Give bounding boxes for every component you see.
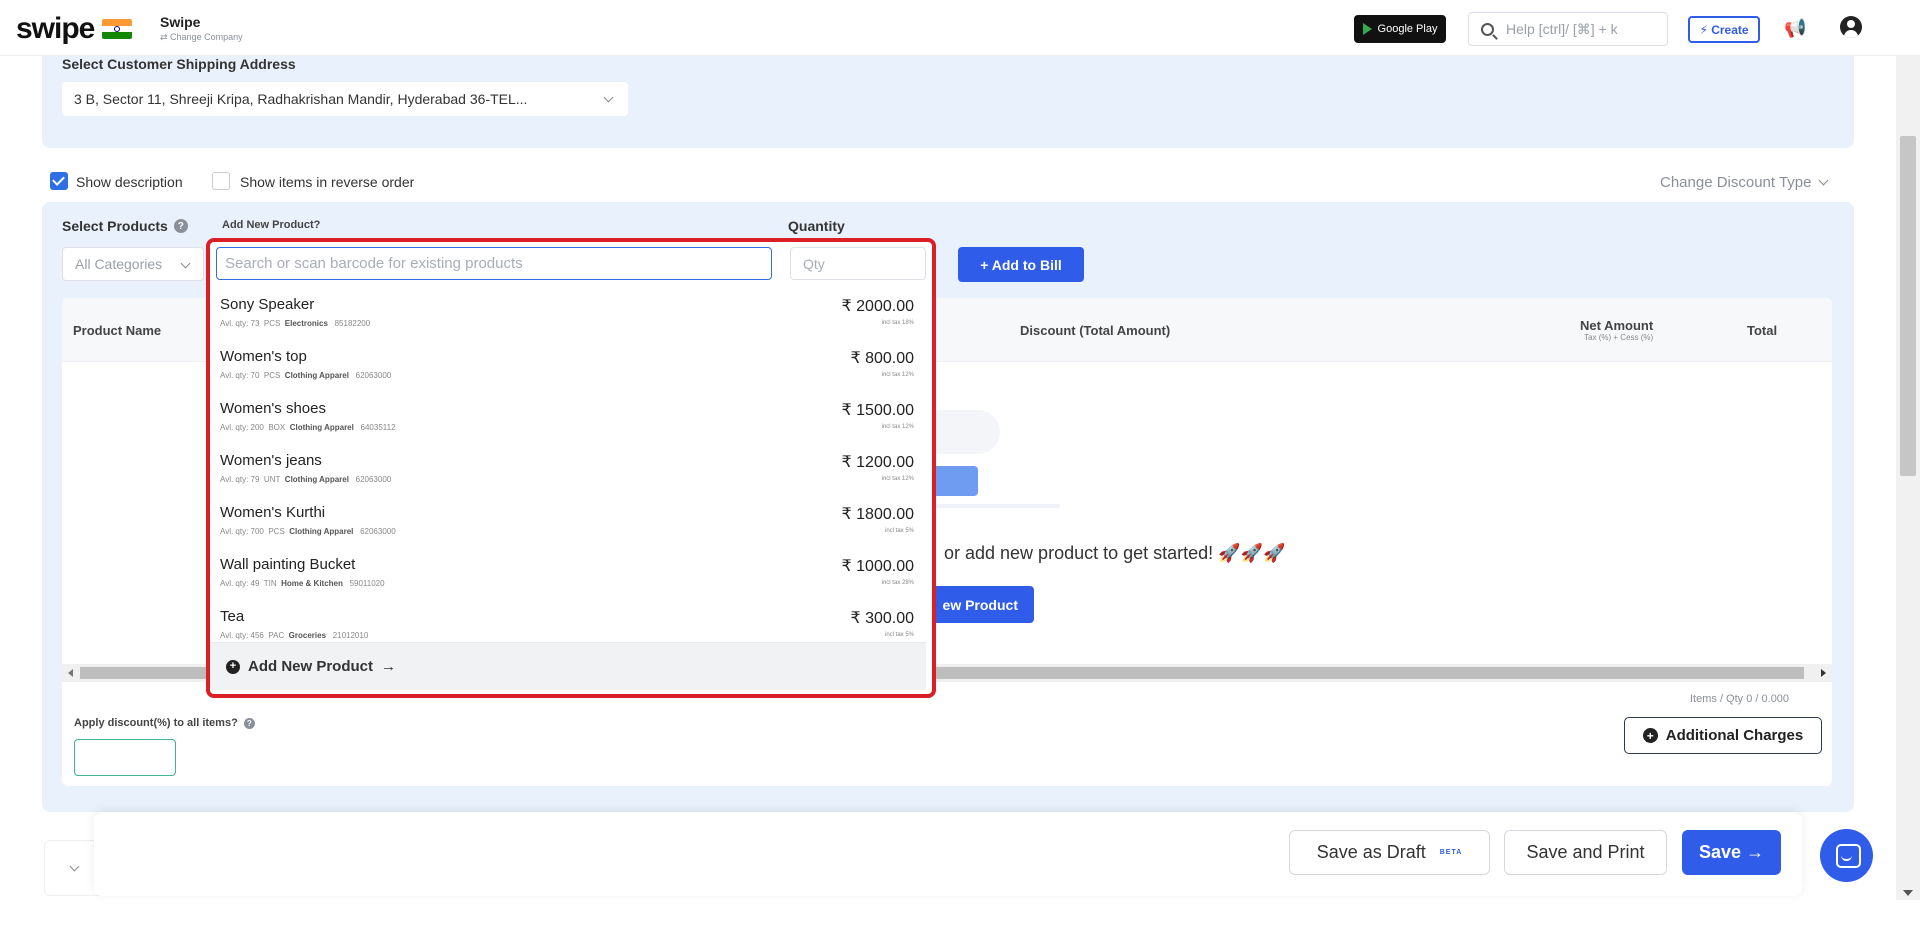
quantity-label: Quantity [788, 218, 845, 234]
col-total: Total [1747, 323, 1778, 338]
search-icon [1481, 22, 1494, 36]
chevron-down-icon [603, 92, 614, 103]
show-description-label: Show description [76, 174, 183, 190]
play-store-icon [1362, 23, 1372, 35]
scroll-down-arrow-icon[interactable] [1903, 890, 1913, 896]
help-icon[interactable]: ? [173, 219, 188, 233]
company-name: Swipe [160, 14, 201, 30]
chat-support-icon[interactable] [1820, 829, 1873, 882]
list-item[interactable]: Women's jeans Avl. qty: 79 UNT Clothing … [210, 442, 926, 494]
swipe-logo[interactable]: swipe [16, 12, 133, 46]
scroll-right-arrow-icon[interactable] [1821, 669, 1826, 677]
empty-state-illustration [910, 410, 1060, 508]
save-button[interactable]: Save → [1682, 830, 1781, 875]
change-company-link[interactable]: ⇄ Change Company [160, 32, 243, 43]
top-bar: swipe Swipe ⇄ Change Company Google Play… [0, 0, 1920, 56]
product-suggestion-list: Sony Speaker Avl. qty: 73 PCS Electronic… [210, 286, 926, 650]
plus-circle-icon: + [226, 659, 240, 674]
help-icon[interactable]: ? [243, 717, 255, 729]
vertical-scrollbar[interactable] [1896, 56, 1920, 900]
shipping-address-select[interactable]: 3 B, Sector 11, Shreeji Kripa, Radhakris… [62, 82, 628, 116]
quantity-input[interactable] [790, 247, 926, 280]
list-item[interactable]: Women's top Avl. qty: 70 PCS Clothing Ap… [210, 338, 926, 390]
list-item[interactable]: Women's Kurthi Avl. qty: 700 PCS Clothin… [210, 494, 926, 546]
shipping-address-label: Select Customer Shipping Address [62, 56, 296, 72]
discount-percent-input[interactable] [74, 739, 176, 776]
scrollbar-thumb[interactable] [1900, 136, 1916, 476]
additional-charges-button[interactable]: + Additional Charges [1624, 717, 1822, 754]
help-search-box[interactable]: Help [ctrl]/ [⌘] + k [1468, 12, 1668, 46]
beta-badge: BETA [1439, 849, 1463, 856]
select-products-label: Select Products ? [62, 218, 188, 234]
product-search-input[interactable] [216, 247, 772, 280]
add-to-bill-button[interactable]: + Add to Bill [958, 247, 1084, 282]
col-product-name: Product Name [73, 323, 162, 338]
col-discount: Discount (Total Amount) [1020, 323, 1171, 338]
plus-circle-icon: + [1642, 728, 1658, 743]
company-switcher[interactable]: Swipe ⇄ Change Company [160, 14, 243, 43]
reverse-order-label: Show items in reverse order [240, 174, 415, 190]
list-item[interactable]: Women's shoes Avl. qty: 200 BOX Clothing… [210, 390, 926, 442]
scroll-left-arrow-icon[interactable] [68, 669, 73, 677]
megaphone-icon[interactable]: 📢 [1784, 18, 1806, 39]
chevron-down-icon [1818, 175, 1828, 186]
arrow-right-icon: → [381, 658, 397, 675]
list-item[interactable]: Sony Speaker Avl. qty: 73 PCS Electronic… [210, 286, 926, 338]
list-item[interactable]: Wall painting Bucket Avl. qty: 49 TIN Ho… [210, 546, 926, 598]
create-button[interactable]: ⚡ Create [1688, 16, 1760, 43]
chevron-down-icon [69, 861, 80, 872]
india-flag-icon [102, 19, 133, 39]
google-play-button[interactable]: Google Play [1354, 15, 1446, 43]
change-discount-type-dropdown[interactable]: Change Discount Type [1660, 174, 1828, 191]
show-description-checkbox[interactable] [50, 172, 68, 190]
chevron-down-icon [180, 258, 191, 269]
add-new-product-question[interactable]: Add New Product? [222, 219, 320, 231]
items-qty-count: Items / Qty 0 / 0.000 [1690, 693, 1790, 705]
apply-discount-label: Apply discount(%) to all items? ? [74, 717, 255, 729]
save-and-print-button[interactable]: Save and Print [1504, 830, 1667, 875]
reverse-order-checkbox[interactable] [212, 172, 230, 190]
user-profile-icon[interactable] [1840, 16, 1862, 38]
empty-state-text: or add new product to get started! 🚀🚀🚀 [944, 543, 1286, 563]
col-net-amount: Net Amount Tax (%) + Cess (%) [1580, 318, 1654, 342]
all-categories-select[interactable]: All Categories [62, 247, 204, 281]
save-as-draft-button[interactable]: Save as Draft BETA [1289, 830, 1490, 875]
add-new-product-link[interactable]: + Add New Product → [210, 642, 926, 690]
